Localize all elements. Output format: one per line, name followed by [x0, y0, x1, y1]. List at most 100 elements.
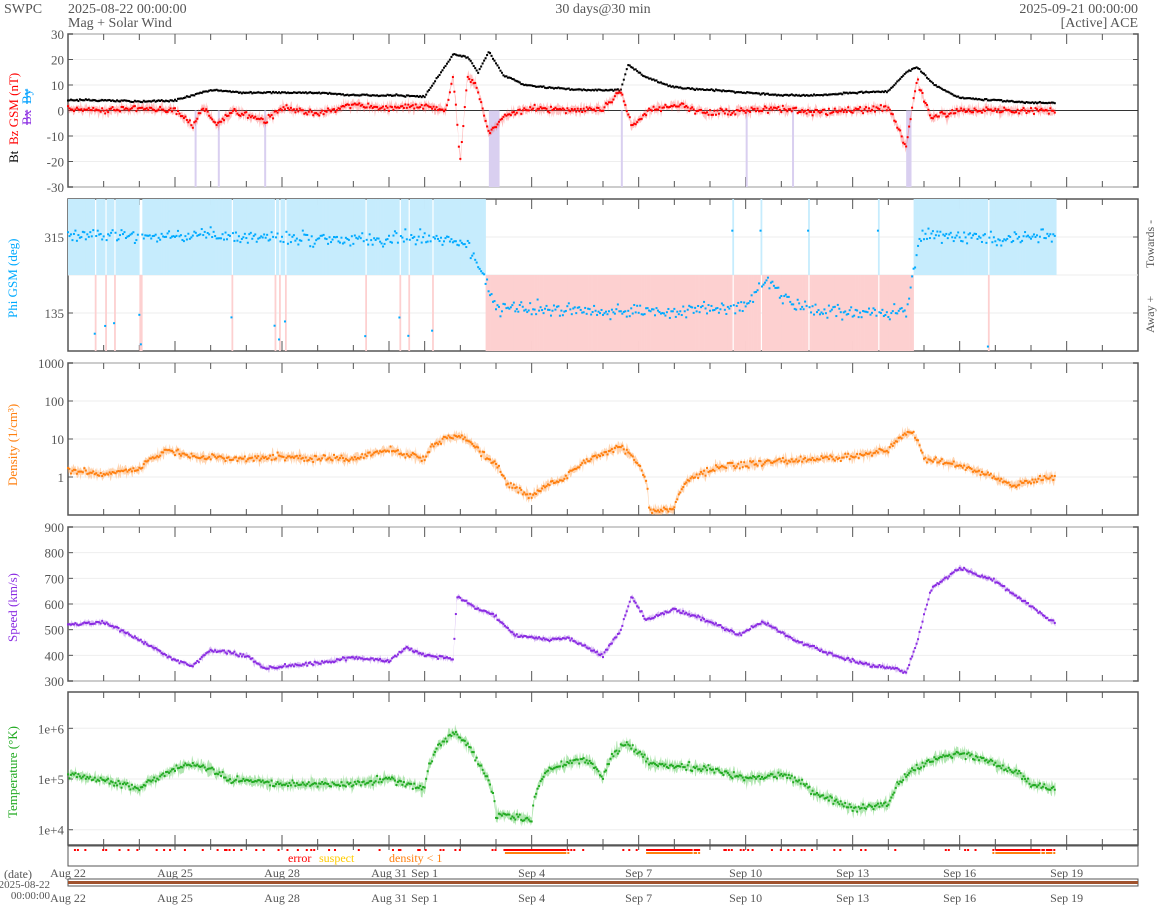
temperature-point	[359, 784, 362, 787]
temperature-point	[542, 775, 545, 778]
bz-point	[963, 108, 966, 111]
bz-point	[215, 123, 218, 126]
density-point	[376, 450, 379, 453]
density-point	[610, 448, 613, 451]
bz-point	[174, 107, 176, 110]
phi-point	[242, 236, 245, 239]
density-point	[521, 493, 524, 496]
phi-point	[119, 234, 122, 237]
phi-point	[237, 235, 240, 238]
density-point	[312, 460, 315, 463]
speed-point	[680, 612, 683, 615]
density-point	[1000, 477, 1003, 480]
phi-point	[205, 236, 208, 239]
phi-point	[946, 237, 949, 240]
density-point	[337, 458, 340, 461]
density-point	[1031, 478, 1034, 481]
phi-point	[347, 238, 350, 241]
phi-point	[408, 238, 411, 241]
phi-point	[933, 237, 936, 240]
phi-point	[497, 305, 500, 308]
bz-point	[463, 106, 466, 109]
phi-point	[294, 239, 297, 242]
panel-speed: 900800700600500400300	[45, 520, 1139, 689]
speed-point	[637, 606, 640, 609]
phi-point	[429, 240, 432, 243]
temperature-point	[811, 789, 814, 792]
density-point	[842, 456, 845, 459]
bz-point	[159, 106, 162, 109]
phi-point	[200, 228, 203, 231]
temperature-point	[120, 786, 123, 789]
bz-point	[622, 100, 625, 103]
bz-point	[367, 102, 370, 105]
phi-point	[539, 306, 542, 309]
bt-point	[432, 82, 435, 85]
phi-point	[99, 232, 102, 235]
bt-point	[624, 73, 627, 76]
bz-point	[966, 110, 969, 113]
bt-point	[437, 75, 440, 78]
temperature-point	[616, 752, 619, 755]
density-point	[646, 487, 649, 490]
phi-point	[856, 309, 859, 312]
phi-point	[1037, 241, 1040, 244]
speed-point	[612, 638, 615, 641]
bz-point	[885, 109, 888, 112]
bz-point	[457, 145, 460, 148]
density-point	[920, 449, 923, 452]
bz-point	[894, 120, 897, 123]
temperature-point	[512, 816, 515, 819]
temperature-point	[306, 782, 309, 785]
temperature-point	[144, 784, 147, 787]
temperature-point	[909, 770, 912, 773]
temperature-point	[175, 764, 178, 767]
phi-point	[600, 308, 603, 311]
phi-point	[762, 283, 765, 286]
bz-point	[640, 117, 643, 120]
density-point	[188, 456, 191, 459]
bz-point	[338, 107, 341, 110]
temperature-point	[463, 739, 466, 742]
phi-point	[810, 311, 813, 314]
speed-point	[927, 598, 930, 601]
bz-point	[766, 111, 769, 114]
phi-point	[190, 236, 193, 239]
temperature-point	[740, 774, 743, 777]
phi-point	[72, 232, 75, 235]
temperature-point	[138, 789, 141, 792]
temperature-point	[587, 762, 590, 765]
phi-point	[781, 302, 784, 305]
speed-point	[700, 618, 703, 621]
bz-point	[102, 109, 105, 112]
speed-point	[722, 627, 725, 630]
density-point	[790, 458, 793, 461]
temperature-point	[646, 757, 649, 760]
temperature-point	[679, 765, 682, 768]
bz-point	[245, 111, 248, 114]
phi-point	[136, 233, 139, 236]
temperature-point	[89, 775, 92, 778]
phi-point	[585, 312, 588, 315]
density-point	[541, 487, 544, 490]
temperature-point	[267, 781, 270, 784]
temperature-point	[157, 778, 160, 781]
bz-point	[1052, 109, 1055, 112]
bz-point	[688, 109, 691, 112]
phi-point	[744, 305, 747, 308]
phi-point	[668, 316, 671, 319]
density-point	[900, 437, 903, 440]
density-point	[811, 456, 814, 459]
density-point	[483, 451, 486, 454]
phi-point	[920, 239, 923, 242]
bz-point	[512, 110, 515, 113]
bz-point	[651, 109, 654, 112]
density-point	[931, 460, 934, 463]
speed-point	[1003, 585, 1006, 588]
away-fill	[231, 275, 234, 351]
phi-point	[263, 233, 266, 236]
speed-point	[389, 659, 392, 662]
phi-point	[818, 313, 821, 316]
phi-point	[493, 300, 496, 303]
speed-point	[511, 631, 514, 634]
